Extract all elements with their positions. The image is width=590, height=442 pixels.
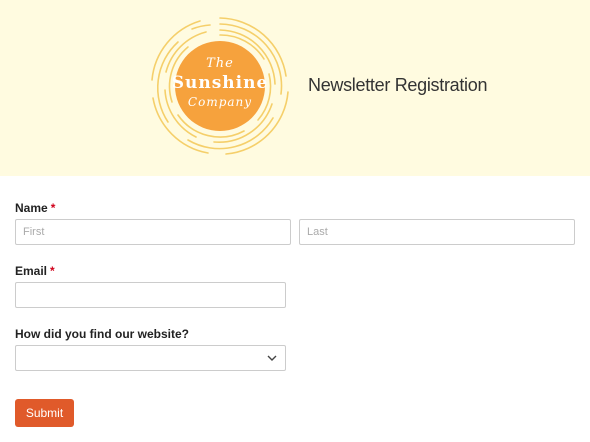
source-select[interactable] <box>15 345 286 371</box>
header-banner: The Sunshine Company Newsletter Registra… <box>0 0 590 176</box>
page-title: Newsletter Registration <box>308 75 488 95</box>
email-label: Email * <box>15 264 55 278</box>
name-label-text: Name <box>15 201 48 215</box>
chevron-down-icon <box>267 355 277 361</box>
logo-text-sunshine: Sunshine <box>171 73 269 93</box>
company-logo: The Sunshine Company <box>148 14 292 158</box>
logo-text-the: The <box>206 56 234 71</box>
required-mark: * <box>50 264 55 278</box>
source-label: How did you find our website? <box>15 327 189 341</box>
email-label-text: Email <box>15 264 48 278</box>
submit-button[interactable]: Submit <box>15 399 74 427</box>
email-input[interactable] <box>15 282 286 308</box>
required-mark: * <box>50 201 56 215</box>
name-label: Name * <box>15 201 55 215</box>
logo-text-company: Company <box>187 95 253 109</box>
last-name-input[interactable] <box>299 219 575 245</box>
first-name-input[interactable] <box>15 219 291 245</box>
